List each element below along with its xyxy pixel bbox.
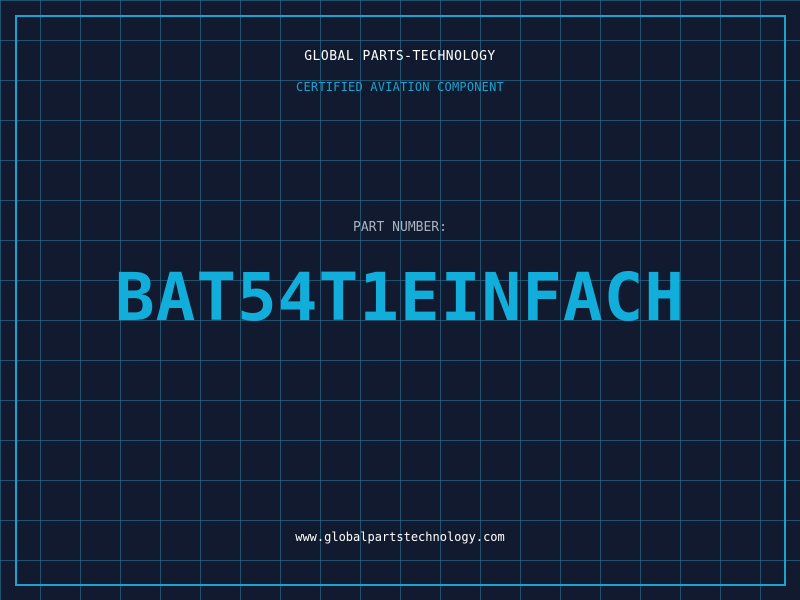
part-number-label: PART NUMBER:: [353, 220, 447, 235]
website-url: www.globalpartstechnology.com: [295, 530, 505, 544]
company-name: GLOBAL PARTS-TECHNOLOGY: [304, 49, 496, 64]
tagline: CERTIFIED AVIATION COMPONENT: [296, 80, 504, 94]
part-number-value: BAT54T1EINFACH: [114, 259, 686, 336]
certificate-card: GLOBAL PARTS-TECHNOLOGY CERTIFIED AVIATI…: [0, 0, 800, 600]
